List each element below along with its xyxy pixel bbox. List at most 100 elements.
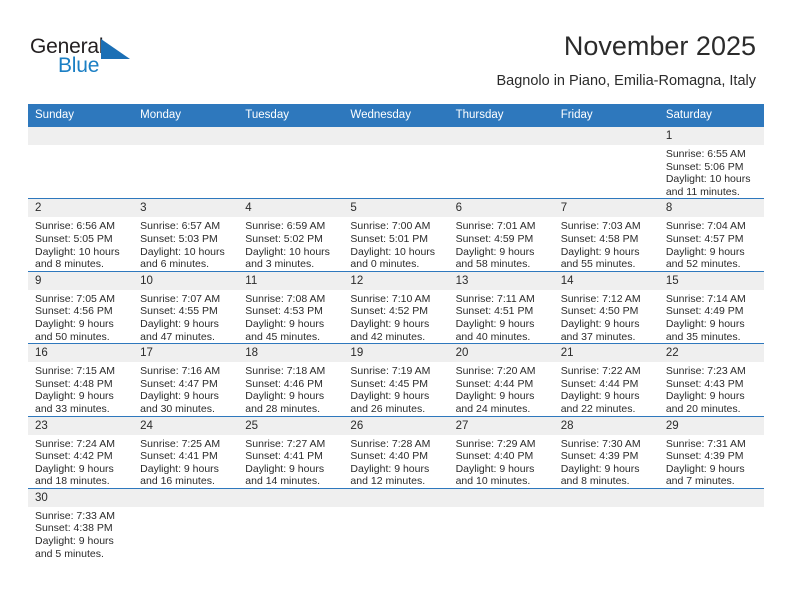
calendar-day-cell[interactable]: 22 Sunrise: 7:23 AM Sunset: 4:43 PM Dayligh… — [658, 343, 764, 416]
weekday-header-sunday: Sunday — [28, 104, 134, 127]
calendar-day-cell[interactable]: 26 Sunrise: 7:28 AM Sunset: 4:40 PM Dayligh… — [343, 416, 449, 489]
calendar-day-cell[interactable]: 7 Sunrise: 7:03 AM Sunset: 4:58 PM Daylight… — [553, 198, 659, 272]
calendar-day-cell-empty — [28, 126, 134, 199]
sunset-time: Sunset: 4:40 PM — [350, 450, 429, 463]
sunrise-time: Sunrise: 7:08 AM — [245, 292, 326, 305]
day-number — [133, 127, 239, 145]
day-number: 10 — [133, 271, 239, 290]
calendar-day-cell[interactable]: 5 Sunrise: 7:00 AM Sunset: 5:01 PM Daylight… — [343, 198, 449, 272]
calendar-day-cell[interactable]: 15 Sunrise: 7:14 AM Sunset: 4:49 PM Dayligh… — [658, 271, 764, 344]
daylight-duration-line2: and 11 minutes. — [665, 185, 740, 198]
calendar-day-cell[interactable]: 13 Sunrise: 7:11 AM Sunset: 4:51 PM Dayligh… — [448, 271, 554, 344]
sun-info: Sunrise: 7:33 AM Sunset: 4:38 PM Daylight:… — [28, 507, 133, 560]
calendar-day-cell[interactable]: 17 Sunrise: 7:16 AM Sunset: 4:47 PM Dayligh… — [133, 343, 239, 416]
sunrise-time: Sunrise: 7:19 AM — [350, 365, 431, 378]
calendar-day-cell[interactable]: 9 Sunrise: 7:05 AM Sunset: 4:56 PM Daylight… — [28, 271, 134, 344]
brand-logo[interactable]: General Blue — [30, 36, 240, 94]
calendar-day-cell[interactable]: 25 Sunrise: 7:27 AM Sunset: 4:41 PM Dayligh… — [238, 416, 344, 489]
calendar-week-row: 2 Sunrise: 6:56 AM Sunset: 5:05 PM Daylight… — [28, 198, 764, 272]
calendar-day-cell[interactable]: 19 Sunrise: 7:19 AM Sunset: 4:45 PM Dayligh… — [343, 343, 449, 416]
calendar-day-cell[interactable]: 6 Sunrise: 7:01 AM Sunset: 4:59 PM Daylight… — [448, 198, 554, 272]
daylight-duration-line1: Daylight: 9 hours — [455, 317, 535, 330]
daylight-duration-line2: and 12 minutes. — [350, 475, 426, 488]
day-number: 22 — [658, 344, 764, 363]
calendar-day-cell[interactable]: 11 Sunrise: 7:08 AM Sunset: 4:53 PM Dayligh… — [238, 271, 344, 344]
day-number — [28, 127, 134, 145]
daylight-duration-line1: Daylight: 9 hours — [560, 245, 640, 258]
calendar-day-cell[interactable]: 3 Sunrise: 6:57 AM Sunset: 5:03 PM Daylight… — [133, 198, 239, 272]
sunrise-time: Sunrise: 7:12 AM — [560, 292, 641, 305]
sunrise-time: Sunrise: 7:05 AM — [35, 292, 115, 305]
calendar-day-cell[interactable]: 16 Sunrise: 7:15 AM Sunset: 4:48 PM Dayligh… — [28, 343, 134, 416]
day-number: 8 — [658, 199, 764, 218]
sunset-time: Sunset: 4:53 PM — [245, 305, 323, 318]
calendar-day-cell[interactable]: 29 Sunrise: 7:31 AM Sunset: 4:39 PM Dayligh… — [658, 416, 764, 489]
calendar-day-cell[interactable]: 14 Sunrise: 7:12 AM Sunset: 4:50 PM Dayligh… — [553, 271, 659, 344]
sunset-time: Sunset: 5:06 PM — [665, 160, 744, 173]
sunset-time: Sunset: 4:55 PM — [140, 305, 218, 318]
daylight-duration-line2: and 10 minutes. — [455, 475, 531, 488]
weekday-header-thursday: Thursday — [448, 104, 554, 127]
daylight-duration-line1: Daylight: 9 hours — [560, 462, 640, 475]
sunrise-time: Sunrise: 7:10 AM — [350, 292, 431, 305]
day-number — [343, 488, 449, 507]
calendar-day-cell[interactable]: 24 Sunrise: 7:25 AM Sunset: 4:41 PM Dayligh… — [133, 416, 239, 489]
day-number: 18 — [238, 344, 344, 363]
calendar-day-cell[interactable]: 21 Sunrise: 7:22 AM Sunset: 4:44 PM Dayligh… — [553, 343, 659, 416]
day-number: 23 — [28, 416, 134, 435]
daylight-duration-line1: Daylight: 10 hours — [245, 245, 330, 258]
calendar-day-cell[interactable]: 1 Sunrise: 6:55 AM Sunset: 5:06 PM Daylight… — [658, 126, 764, 199]
calendar-day-cell[interactable]: 10 Sunrise: 7:07 AM Sunset: 4:55 PM Dayligh… — [133, 271, 239, 344]
day-number — [553, 488, 659, 507]
daylight-duration-line2: and 33 minutes. — [35, 402, 110, 415]
sunrise-time: Sunrise: 7:20 AM — [455, 365, 536, 378]
sun-info: Sunrise: 7:11 AM Sunset: 4:51 PM Daylight:… — [449, 290, 554, 343]
sunrise-time: Sunrise: 7:16 AM — [140, 365, 221, 378]
daylight-duration-line1: Daylight: 9 hours — [455, 245, 535, 258]
calendar-page: General Blue November 2025 Bagnolo in Pi… — [0, 0, 792, 612]
daylight-duration-line2: and 58 minutes. — [455, 258, 531, 271]
sun-info: Sunrise: 7:19 AM Sunset: 4:45 PM Daylight:… — [343, 362, 448, 415]
sunset-time: Sunset: 5:05 PM — [35, 232, 113, 245]
daylight-duration-line2: and 14 minutes. — [245, 475, 320, 488]
sunrise-time: Sunrise: 6:55 AM — [665, 148, 746, 160]
calendar-day-cell[interactable]: 23 Sunrise: 7:24 AM Sunset: 4:42 PM Dayligh… — [28, 416, 134, 489]
calendar-day-cell[interactable]: 28 Sunrise: 7:30 AM Sunset: 4:39 PM Dayligh… — [553, 416, 659, 489]
daylight-duration-line1: Daylight: 10 hours — [665, 173, 751, 186]
sunset-time: Sunset: 4:44 PM — [560, 377, 639, 390]
day-number: 26 — [343, 416, 449, 435]
calendar-day-cell[interactable]: 8 Sunrise: 7:04 AM Sunset: 4:57 PM Daylight… — [658, 198, 764, 272]
calendar-week-row: 1 Sunrise: 6:55 AM Sunset: 5:06 PM Daylight… — [28, 126, 764, 199]
calendar-day-cell[interactable]: 12 Sunrise: 7:10 AM Sunset: 4:52 PM Dayligh… — [343, 271, 449, 344]
calendar-day-cell[interactable]: 30 Sunrise: 7:33 AM Sunset: 4:38 PM Dayligh… — [28, 488, 134, 571]
daylight-duration-line2: and 24 minutes. — [455, 402, 531, 415]
calendar-day-cell[interactable]: 18 Sunrise: 7:18 AM Sunset: 4:46 PM Dayligh… — [238, 343, 344, 416]
sunrise-time: Sunrise: 7:25 AM — [140, 437, 221, 450]
daylight-duration-line2: and 26 minutes. — [350, 402, 426, 415]
day-number: 11 — [238, 271, 344, 290]
calendar-day-cell[interactable]: 27 Sunrise: 7:29 AM Sunset: 4:40 PM Dayligh… — [448, 416, 554, 489]
sun-info: Sunrise: 7:10 AM Sunset: 4:52 PM Daylight:… — [343, 290, 448, 343]
sunset-time: Sunset: 5:01 PM — [350, 232, 429, 245]
sun-info: Sunrise: 7:07 AM Sunset: 4:55 PM Daylight:… — [133, 290, 238, 343]
calendar-day-cell[interactable]: 20 Sunrise: 7:20 AM Sunset: 4:44 PM Dayligh… — [448, 343, 554, 416]
calendar-table: Sunday Monday Tuesday Wednesday Thursday… — [28, 104, 764, 571]
sun-info: Sunrise: 7:01 AM Sunset: 4:59 PM Daylight:… — [449, 217, 554, 270]
calendar-week-row: 16 Sunrise: 7:15 AM Sunset: 4:48 PM Dayligh… — [28, 343, 764, 416]
daylight-duration-line1: Daylight: 9 hours — [350, 462, 430, 475]
day-number: 2 — [28, 199, 134, 218]
sunset-time: Sunset: 4:40 PM — [455, 450, 534, 463]
day-number: 30 — [28, 488, 134, 507]
calendar-day-cell[interactable]: 4 Sunrise: 6:59 AM Sunset: 5:02 PM Daylight… — [238, 198, 344, 272]
daylight-duration-line1: Daylight: 9 hours — [140, 317, 219, 330]
daylight-duration-line2: and 50 minutes. — [35, 330, 110, 343]
daylight-duration-line1: Daylight: 9 hours — [560, 317, 640, 330]
daylight-duration-line1: Daylight: 9 hours — [245, 462, 325, 475]
calendar-header-row: Sunday Monday Tuesday Wednesday Thursday… — [28, 104, 764, 127]
daylight-duration-line2: and 45 minutes. — [245, 330, 320, 343]
calendar-day-cell[interactable]: 2 Sunrise: 6:56 AM Sunset: 5:05 PM Daylight… — [28, 198, 134, 272]
sunset-time: Sunset: 4:42 PM — [35, 450, 113, 463]
sun-info: Sunrise: 7:20 AM Sunset: 4:44 PM Daylight:… — [449, 362, 554, 415]
daylight-duration-line1: Daylight: 9 hours — [665, 390, 745, 403]
sunset-time: Sunset: 4:51 PM — [455, 305, 534, 318]
